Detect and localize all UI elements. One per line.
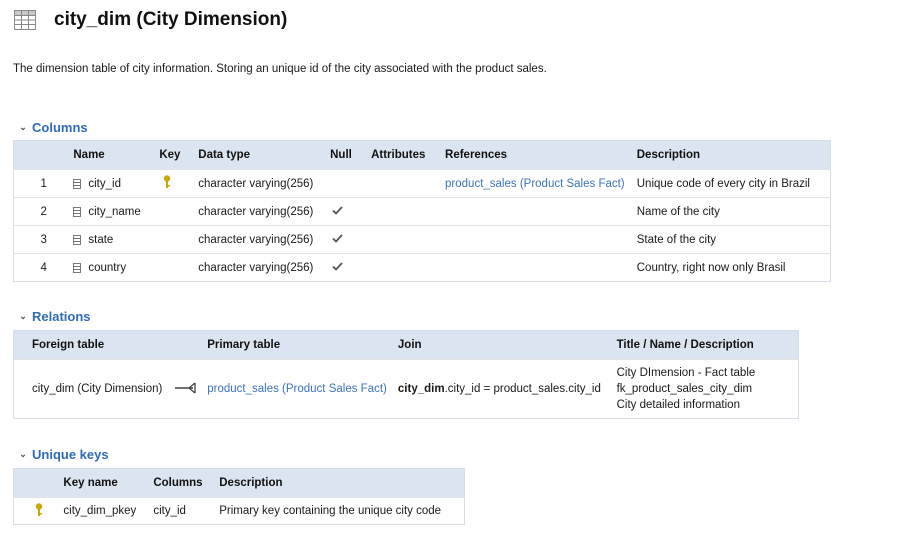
- column-name: city_name: [88, 205, 141, 218]
- column-description: Unique code of every city in Brazil: [636, 169, 831, 198]
- column-name: state: [88, 233, 114, 246]
- table-row: city_dim (City Dimension) product_sales …: [13, 359, 799, 419]
- relation-name: fk_product_sales_city_dim: [616, 383, 753, 395]
- column-description: Name of the city: [636, 197, 831, 226]
- col-header-description[interactable]: Description: [636, 140, 831, 170]
- rel-header-foreign-table[interactable]: Foreign table: [13, 330, 164, 360]
- col-header-key[interactable]: Key: [159, 140, 199, 170]
- rel-header-join[interactable]: Join: [397, 330, 617, 360]
- key-name: city_dim_pkey: [63, 497, 154, 525]
- col-header-attributes[interactable]: Attributes: [371, 140, 446, 170]
- reference-link: [445, 225, 637, 254]
- join-expression: .city_id = product_sales.city_id: [444, 383, 601, 395]
- rel-header-title[interactable]: Title / Name / Description: [616, 330, 799, 360]
- reference-link: [445, 253, 637, 282]
- col-header-references[interactable]: References: [445, 140, 637, 170]
- column-description: Country, right now only Brasil: [636, 253, 831, 282]
- key-columns: city_id: [153, 497, 220, 525]
- table-row: 2 city_name character varying(256) Name …: [13, 197, 831, 226]
- attributes: [371, 169, 446, 198]
- uk-header-columns[interactable]: Columns: [153, 468, 220, 498]
- table-row: city_dim_pkey city_id Primary key contai…: [13, 497, 465, 525]
- relations-header-row: Foreign table Primary table Join Title /…: [13, 330, 799, 360]
- column-icon: [73, 262, 82, 273]
- table-row: 4 country character varying(256) Country…: [13, 253, 831, 282]
- key-icon: [35, 502, 43, 516]
- page-title: city_dim (City Dimension): [54, 9, 288, 30]
- column-description: State of the city: [636, 225, 831, 254]
- attributes: [371, 253, 446, 282]
- relation-arrow-icon: [175, 382, 196, 393]
- table-row: 1 city_id character varying(256) product…: [13, 169, 831, 198]
- page-header: city_dim (City Dimension): [14, 7, 287, 33]
- data-type: character varying(256): [198, 169, 331, 198]
- col-header-null[interactable]: Null: [330, 140, 372, 170]
- columns-section-title: Columns: [32, 120, 88, 135]
- chevron-down-icon: ⌄: [19, 311, 27, 321]
- row-number: 3: [13, 225, 74, 254]
- column-name: country: [88, 261, 127, 274]
- attributes: [371, 225, 446, 254]
- uk-header-key-name[interactable]: Key name: [63, 468, 154, 498]
- table-description: The dimension table of city information.…: [13, 63, 547, 75]
- chevron-down-icon: ⌄: [19, 449, 27, 459]
- row-number: 2: [13, 197, 74, 226]
- columns-table: Name Key Data type Null Attributes Refer…: [13, 140, 831, 282]
- column-icon: [73, 234, 82, 245]
- key-description: Primary key containing the unique city c…: [219, 497, 465, 525]
- data-type: character varying(256): [198, 225, 331, 254]
- column-name: city_id: [88, 177, 121, 190]
- columns-section-toggle[interactable]: ⌄ Columns: [16, 120, 88, 135]
- join-table: city_dim: [397, 383, 445, 395]
- checkmark-icon: [332, 205, 343, 215]
- unique-keys-table: Key name Columns Description city_dim_pk…: [13, 468, 465, 525]
- relations-section-toggle[interactable]: ⌄ Relations: [16, 309, 91, 324]
- reference-link[interactable]: product_sales (Product Sales Fact): [445, 169, 637, 198]
- attributes: [371, 197, 446, 226]
- column-icon: [73, 206, 82, 217]
- uk-header-description[interactable]: Description: [219, 468, 465, 498]
- relation-title: City DImension - Fact table: [616, 367, 756, 379]
- data-type: character varying(256): [198, 253, 331, 282]
- rel-header-primary-table[interactable]: Primary table: [207, 330, 398, 360]
- column-icon: [73, 178, 82, 189]
- data-type: character varying(256): [198, 197, 331, 226]
- columns-header-row: Name Key Data type Null Attributes Refer…: [13, 140, 831, 170]
- checkmark-icon: [332, 233, 343, 243]
- relation-info: City DImension - Fact table fk_product_s…: [616, 359, 799, 419]
- table-icon: [14, 10, 36, 30]
- join-condition: city_dim.city_id = product_sales.city_id: [397, 359, 617, 419]
- reference-link: [445, 197, 637, 226]
- primary-table-link[interactable]: product_sales (Product Sales Fact): [207, 359, 398, 419]
- relations-table: Foreign table Primary table Join Title /…: [13, 330, 799, 419]
- checkmark-icon: [332, 261, 343, 271]
- unique-keys-header-row: Key name Columns Description: [13, 468, 465, 498]
- col-header-data-type[interactable]: Data type: [198, 140, 331, 170]
- unique-keys-section-title: Unique keys: [32, 447, 109, 462]
- chevron-down-icon: ⌄: [19, 122, 27, 132]
- table-row: 3 state character varying(256) State of …: [13, 225, 831, 254]
- row-number: 4: [13, 253, 74, 282]
- relation-description: City detailed information: [616, 399, 740, 411]
- col-header-name[interactable]: Name: [73, 140, 160, 170]
- relations-section-title: Relations: [32, 309, 91, 324]
- unique-keys-section-toggle[interactable]: ⌄ Unique keys: [16, 447, 109, 462]
- foreign-table: city_dim (City Dimension): [13, 359, 164, 419]
- key-icon: [164, 175, 171, 188]
- row-number: 1: [13, 169, 74, 198]
